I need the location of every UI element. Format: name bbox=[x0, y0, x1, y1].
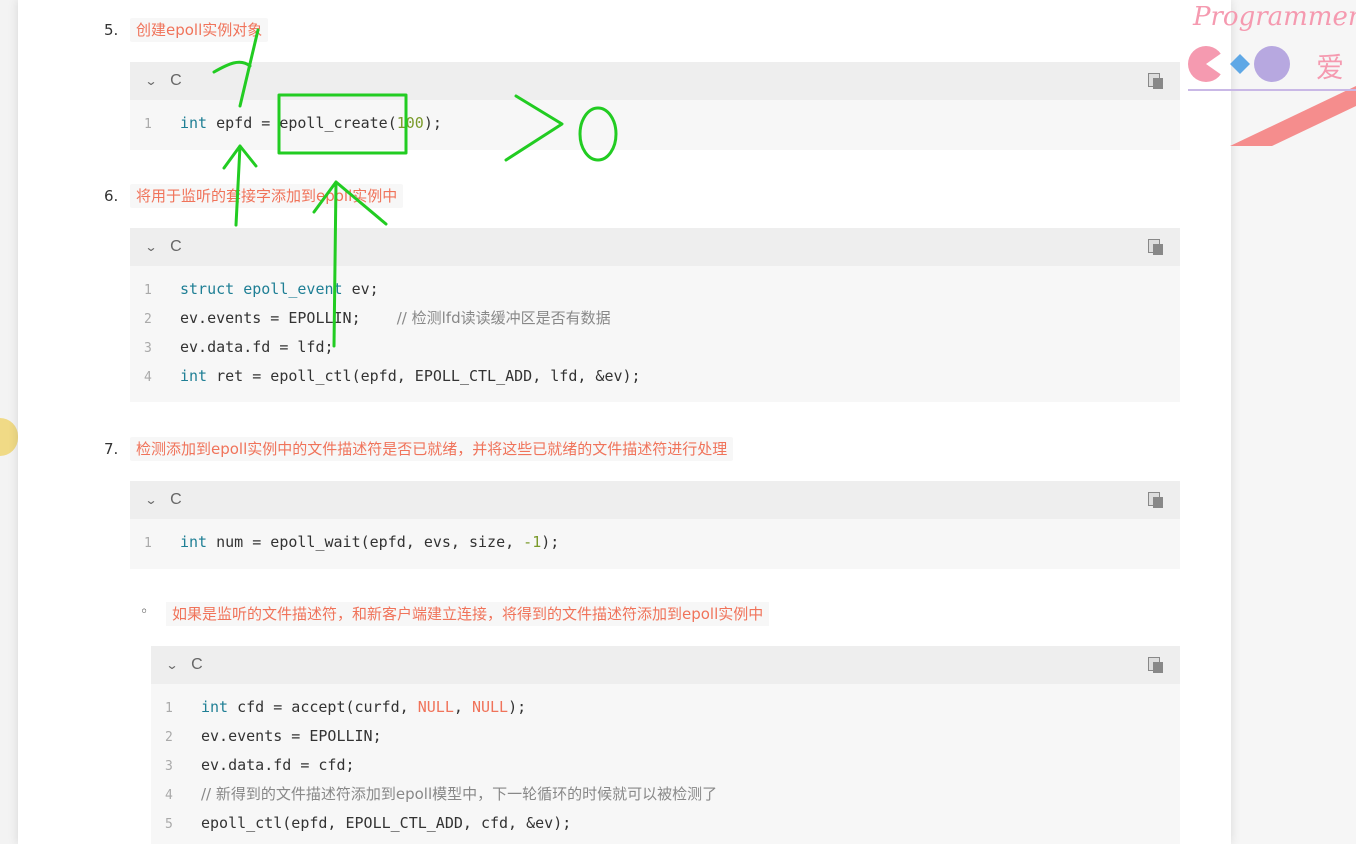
code-language: C bbox=[170, 238, 182, 255]
copy-icon[interactable] bbox=[1148, 73, 1164, 89]
logo-text: Programmer bbox=[1193, 2, 1356, 32]
line-number: 5 bbox=[165, 817, 173, 832]
step-number: 7. bbox=[104, 440, 119, 458]
code-token: // 新得到的文件描述符添加到epoll模型中，下一轮循环的时候就可以被检测了 bbox=[201, 785, 718, 803]
code-line: 1 int cfd = accept(curfd, NULL, NULL); bbox=[151, 698, 1180, 727]
code-block: ⌄ C 1 int epfd = epoll_create(100); bbox=[130, 62, 1180, 150]
line-number: 1 bbox=[144, 117, 152, 132]
code-token: struct bbox=[180, 280, 235, 298]
code-block: ⌄ C 1 struct epoll_event ev; 2 ev.events = … bbox=[130, 228, 1180, 402]
step-heading: 检测添加到epoll实例中的文件描述符是否已就绪，并将这些已就绪的文件描述符进行… bbox=[130, 437, 734, 461]
line-number: 3 bbox=[165, 759, 173, 774]
code-token: epoll_event bbox=[243, 280, 343, 298]
code-token: -1 bbox=[523, 533, 542, 551]
chevron-down-icon[interactable]: ⌄ bbox=[144, 493, 157, 507]
code-token: ); bbox=[508, 698, 527, 716]
step-heading: 将用于监听的套接字添加到epoll实例中 bbox=[130, 184, 404, 208]
chevron-down-icon[interactable]: ⌄ bbox=[165, 658, 178, 672]
line-number: 2 bbox=[165, 730, 173, 745]
code-line: 5 epoll_ctl(epfd, EPOLL_CTL_ADD, cfd, &ev… bbox=[151, 814, 1180, 843]
code-token: ev.events = EPOLLIN; bbox=[180, 309, 397, 327]
step-number: 6. bbox=[104, 187, 119, 205]
line-number: 4 bbox=[165, 788, 173, 803]
step-6: 6. 将用于监听的套接字添加到epoll实例中 bbox=[104, 184, 404, 208]
code-line: 4 int ret = epoll_ctl(epfd, EPOLL_CTL_ADD… bbox=[130, 367, 1180, 396]
copy-icon[interactable] bbox=[1148, 657, 1164, 673]
logo-glyph: 爱 bbox=[1316, 51, 1345, 84]
code-token: int bbox=[180, 114, 208, 132]
step-heading: 创建epoll实例对象 bbox=[130, 18, 269, 42]
code-header[interactable]: ⌄ C bbox=[130, 62, 1180, 100]
code-token: ev; bbox=[342, 280, 379, 298]
code-header[interactable]: ⌄ C bbox=[130, 481, 1180, 519]
code-token: ev.events = EPOLLIN; bbox=[201, 727, 382, 745]
bullet-heading: 如果是监听的文件描述符，和新客户端建立连接，将得到的文件描述符添加到epoll实… bbox=[166, 602, 770, 626]
line-number: 4 bbox=[144, 370, 152, 385]
code-token: epfd = epoll_create( bbox=[207, 114, 397, 132]
code-language: C bbox=[191, 656, 203, 673]
code-body: 1 int num = epoll_wait(epfd, evs, size, -… bbox=[130, 519, 1180, 562]
chevron-down-icon[interactable]: ⌄ bbox=[144, 240, 157, 254]
code-token: NULL bbox=[471, 698, 509, 716]
code-token: // 检测lfd读读缓冲区是否有数据 bbox=[396, 309, 611, 327]
copy-icon[interactable] bbox=[1148, 492, 1164, 508]
code-header[interactable]: ⌄ C bbox=[130, 228, 1180, 266]
code-line: 1 int epfd = epoll_create(100); bbox=[130, 114, 1180, 143]
code-body: 1 int cfd = accept(curfd, NULL, NULL); 2 ev… bbox=[151, 684, 1180, 843]
code-token: ev.data.fd = lfd; bbox=[180, 338, 334, 356]
code-token: int bbox=[180, 533, 208, 551]
code-line: 2 ev.events = EPOLLIN; bbox=[151, 727, 1180, 756]
chevron-down-icon[interactable]: ⌄ bbox=[144, 74, 157, 88]
code-token: ); bbox=[423, 114, 442, 132]
copy-icon[interactable] bbox=[1148, 239, 1164, 255]
code-line: 3 ev.data.fd = cfd; bbox=[151, 756, 1180, 785]
code-token: num = epoll_wait(epfd, evs, size, bbox=[207, 533, 524, 551]
code-token: 100 bbox=[396, 114, 424, 132]
code-token: ret = epoll_ctl(epfd, EPOLL_CTL_ADD, lfd… bbox=[207, 367, 641, 385]
code-token: cfd = accept(curfd, bbox=[228, 698, 418, 716]
code-token: , bbox=[453, 698, 472, 716]
code-token: NULL bbox=[417, 698, 454, 716]
code-block: ⌄ C 1 int cfd = accept(curfd, NULL, NULL)… bbox=[151, 646, 1180, 844]
code-line: 4 // 新得到的文件描述符添加到epoll模型中，下一轮循环的时候就可以被检测了 bbox=[151, 785, 1180, 814]
code-line: 1 struct epoll_event ev; bbox=[130, 280, 1180, 309]
line-number: 1 bbox=[144, 536, 152, 551]
step-7: 7. 检测添加到epoll实例中的文件描述符是否已就绪，并将这些已就绪的文件描述… bbox=[104, 437, 734, 461]
code-line: 1 int num = epoll_wait(epfd, evs, size, -… bbox=[130, 533, 1180, 562]
code-body: 1 int epfd = epoll_create(100); bbox=[130, 100, 1180, 143]
code-token: epoll_ctl(epfd, EPOLL_CTL_ADD, cfd, &ev)… bbox=[201, 814, 572, 832]
line-number: 1 bbox=[144, 283, 152, 298]
line-number: 1 bbox=[165, 701, 173, 716]
step-number: 5. bbox=[104, 21, 119, 39]
code-language: C bbox=[170, 491, 182, 508]
line-number: 3 bbox=[144, 341, 152, 356]
code-token: ev.data.fd = cfd; bbox=[201, 756, 355, 774]
code-token: ); bbox=[541, 533, 560, 551]
document-page: 5. 创建epoll实例对象 ⌄ C 1 int epfd = epoll_cre… bbox=[18, 0, 1231, 844]
bullet-marker: ◦ bbox=[140, 604, 149, 620]
code-header[interactable]: ⌄ C bbox=[151, 646, 1180, 684]
code-line: 3 ev.data.fd = lfd; bbox=[130, 338, 1180, 367]
line-number: 2 bbox=[144, 312, 152, 327]
code-block: ⌄ C 1 int num = epoll_wait(epfd, evs, siz… bbox=[130, 481, 1180, 569]
code-language: C bbox=[170, 72, 182, 89]
code-body: 1 struct epoll_event ev; 2 ev.events = EPOL… bbox=[130, 266, 1180, 396]
code-token: int bbox=[180, 367, 208, 385]
code-line: 2 ev.events = EPOLLIN; // 检测lfd读读缓冲区是否有数据 bbox=[130, 309, 1180, 338]
step-5: 5. 创建epoll实例对象 bbox=[104, 18, 269, 42]
code-token: int bbox=[201, 698, 229, 716]
